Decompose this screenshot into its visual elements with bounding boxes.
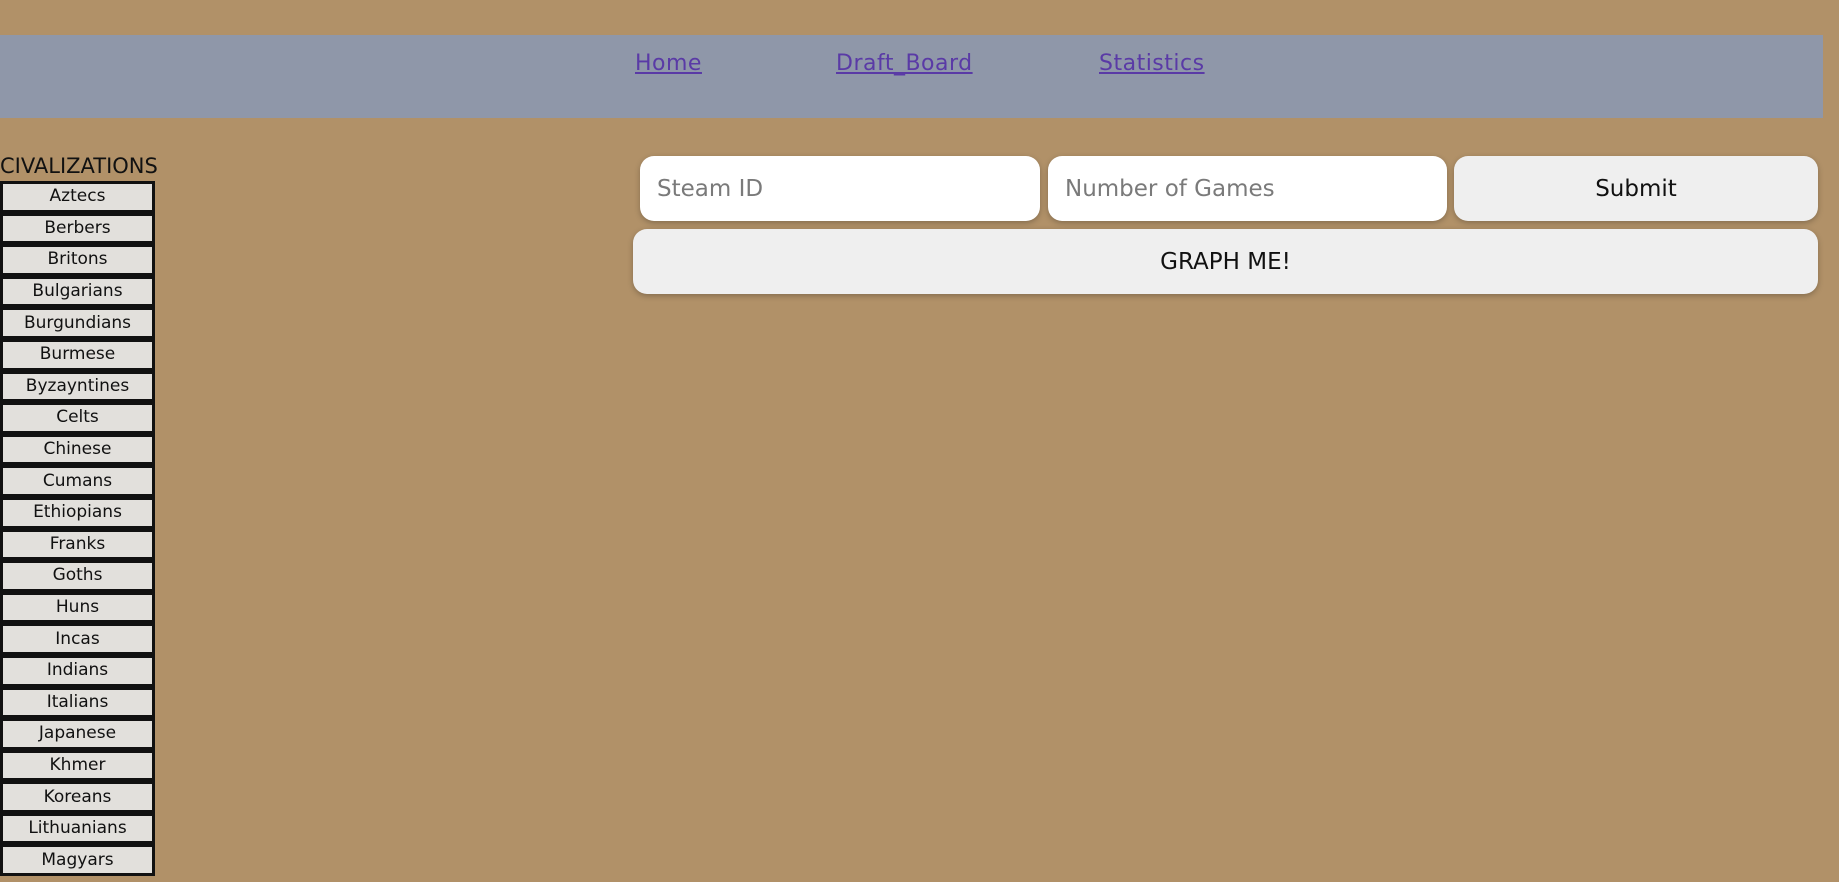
nav-link-home[interactable]: Home <box>635 51 702 76</box>
civ-button-britons[interactable]: Britons <box>0 244 155 276</box>
civ-button-berbers[interactable]: Berbers <box>0 212 155 245</box>
civ-button-italians[interactable]: Italians <box>0 686 155 719</box>
civilizations-heading: CIVALIZATIONS <box>0 154 158 178</box>
civ-button-koreans[interactable]: Koreans <box>0 781 155 813</box>
civ-button-franks[interactable]: Franks <box>0 528 155 561</box>
civ-button-huns[interactable]: Huns <box>0 591 155 624</box>
civ-button-byzantines[interactable]: Byzayntines <box>0 370 155 403</box>
civ-button-aztecs[interactable]: Aztecs <box>0 181 155 213</box>
civ-button-chinese[interactable]: Chinese <box>0 433 155 466</box>
civ-button-japanese[interactable]: Japanese <box>0 718 155 750</box>
civ-button-goths[interactable]: Goths <box>0 560 155 592</box>
civ-button-burgundians[interactable]: Burgundians <box>0 307 155 339</box>
nav-link-draft-board[interactable]: Draft_Board <box>836 51 973 76</box>
nav-link-statistics[interactable]: Statistics <box>1099 51 1205 76</box>
number-of-games-input[interactable] <box>1048 156 1447 221</box>
civ-button-celts[interactable]: Celts <box>0 402 155 434</box>
civ-button-cumans[interactable]: Cumans <box>0 465 155 497</box>
civilization-list: Aztecs Berbers Britons Bulgarians Burgun… <box>0 181 155 877</box>
civ-button-khmer[interactable]: Khmer <box>0 749 155 782</box>
steam-id-input[interactable] <box>640 156 1040 221</box>
civ-button-burmese[interactable]: Burmese <box>0 338 155 371</box>
civ-button-lithuanians[interactable]: Lithuanians <box>0 812 155 845</box>
graph-me-button[interactable]: GRAPH ME! <box>633 229 1818 294</box>
civ-button-magyars[interactable]: Magyars <box>0 844 155 877</box>
civ-button-bulgarians[interactable]: Bulgarians <box>0 275 155 308</box>
civ-button-incas[interactable]: Incas <box>0 623 155 655</box>
civ-button-indians[interactable]: Indians <box>0 654 155 687</box>
civ-button-ethiopians[interactable]: Ethiopians <box>0 496 155 529</box>
submit-button[interactable]: Submit <box>1454 156 1818 221</box>
top-navbar: Home Draft_Board Statistics <box>0 35 1823 118</box>
